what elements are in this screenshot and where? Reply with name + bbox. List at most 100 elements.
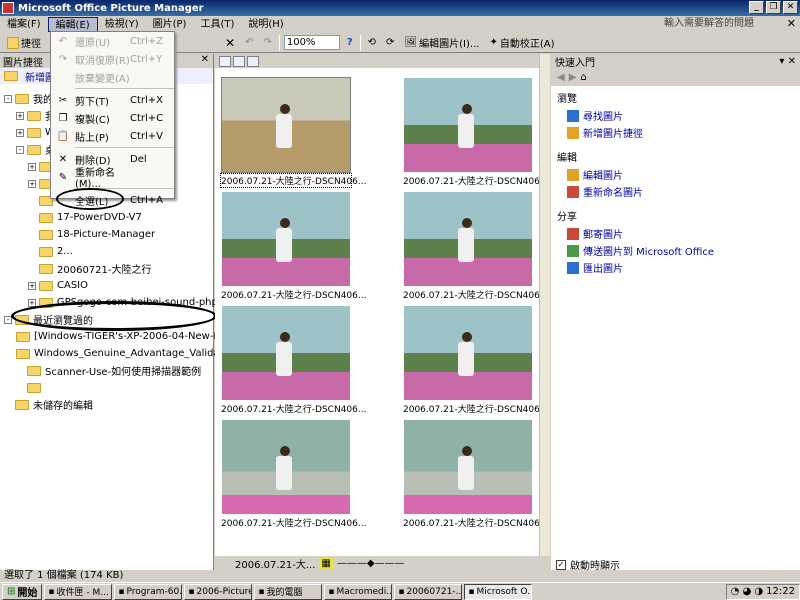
edit-menu-item[interactable]: 📋 貼上(P) Ctrl+V [51, 127, 174, 145]
thumbnail-view-icon[interactable] [219, 55, 231, 67]
tree-item[interactable]: 2... [0, 243, 212, 260]
back-icon[interactable]: ◀ [557, 72, 565, 83]
start-button[interactable]: ⊞ 開始 [2, 583, 43, 600]
menu-help[interactable]: 說明(H) [241, 17, 290, 32]
blank-icon [55, 69, 71, 85]
expand-icon[interactable]: + [28, 162, 36, 171]
task-link-icon [567, 261, 579, 274]
tree-item[interactable]: [Windows-TIGER's-XP-2006-04-New-ISO] [0, 328, 235, 345]
tree-item[interactable]: Scanner-Use-如何使用掃描器範例 [0, 362, 212, 379]
menu-edit[interactable]: 編輯(E) [47, 17, 98, 32]
edit-menu-item[interactable]: ↷ 取消復原(R) Ctrl+Y [51, 50, 174, 68]
task-link[interactable]: 新增圖片捷徑 [557, 124, 794, 141]
edit-menu-item[interactable]: ✎ 重新命名(M)... [51, 168, 174, 190]
menu-picture[interactable]: 圖片(P) [146, 17, 194, 32]
menu-view[interactable]: 檢視(Y) [98, 17, 146, 32]
collapse-icon[interactable]: - [4, 315, 12, 324]
thumbnail[interactable]: 2006.07.21-大陸之行-DSCN406... [403, 78, 548, 187]
photo-image [222, 192, 350, 286]
auto-correct-label: 自動校正(A) [499, 39, 555, 50]
rotate-right-button[interactable]: ⟳ [383, 35, 397, 51]
taskbar-button[interactable]: ▪ 我的電腦 [254, 583, 323, 600]
rotate-left-button[interactable]: ⟲ [365, 35, 379, 51]
edit-menu-dropdown: ↶ 還原(U) Ctrl+Z ↷ 取消復原(R) Ctrl+Y 放棄變更(A) ✂ 剪下(T) C… [50, 31, 175, 210]
tree-item-label: Scanner-Use-如何使用掃描器範例 [45, 367, 202, 378]
task-link[interactable]: 傳送圖片到 Microsoft Office [557, 242, 794, 259]
doc-close-icon[interactable]: ✕ [787, 16, 796, 32]
folder-icon [39, 280, 53, 291]
forward-icon[interactable]: ▶ [569, 72, 577, 83]
tree-item[interactable]: + GPSgogo-com-beibei-sound-php [0, 294, 218, 311]
close-pane-icon[interactable]: ✕ [201, 54, 209, 65]
view-toggle-icon[interactable]: ▦ [319, 557, 333, 569]
collapse-icon[interactable]: - [4, 94, 12, 103]
close-task-pane-icon[interactable]: ▾ ✕ [779, 56, 796, 67]
expand-icon[interactable]: + [16, 111, 24, 120]
thumbnail[interactable]: 2006.07.21-大陸之行-DSCN406... [403, 192, 548, 301]
edit-picture-icon: 🖼 [404, 37, 418, 48]
vertical-scrollbar[interactable] [539, 54, 550, 556]
thumbnail[interactable]: 2006.07.21-大陸之行-DSCN406... [220, 77, 366, 188]
tray-icons[interactable]: ◔ ◕ ◑ [731, 586, 764, 597]
thumbnail[interactable]: 2006.07.21-大陸之行-DSCN406... [221, 420, 366, 529]
edit-menu-item[interactable]: ❐ 複製(C) Ctrl+C [51, 109, 174, 127]
tree-item[interactable]: 18-Picture-Manager [0, 226, 212, 243]
thumbnail[interactable]: 2006.07.21-大陸之行-DSCN406... [221, 306, 366, 415]
taskbar-button[interactable]: ▪ 收件匣 - M... [44, 583, 113, 600]
menu-file[interactable]: 檔案(F) [0, 17, 48, 32]
minimize-button[interactable]: _ [749, 1, 764, 14]
menu-item-label: 貼上(P) [75, 132, 109, 144]
taskbar-button[interactable]: ▪ Macromedi... [324, 583, 393, 600]
task-link[interactable]: 重新命名圖片 [557, 183, 794, 200]
tree-item[interactable]: + CASIO [0, 277, 212, 294]
zoom-slider[interactable]: ———◆——— [337, 558, 405, 569]
taskbar-button[interactable]: ▪ Microsoft O... [464, 583, 533, 600]
edit-pictures-button[interactable]: 🖼 編輯圖片(I)... [401, 35, 482, 51]
thumbnail[interactable]: 2006.07.21-大陸之行-DSCN406... [403, 420, 548, 529]
edit-menu-item[interactable]: 全選(L) Ctrl+A [51, 188, 174, 210]
shortcut-button[interactable]: 捷徑 [4, 35, 44, 51]
tree-item[interactable]: Windows_Genuine_Advantage_Validation_To [0, 345, 254, 362]
task-link-icon [567, 244, 579, 257]
tree-item[interactable]: 未儲存的編輯 [0, 396, 212, 413]
edit-menu-item[interactable]: 放棄變更(A) [51, 68, 174, 86]
tree-item[interactable]: 20060721-大陸之行 [0, 260, 212, 277]
tree-item[interactable] [0, 379, 212, 396]
filmstrip-view-icon[interactable] [233, 55, 245, 67]
edit-menu-item[interactable]: ↶ 還原(U) Ctrl+Z [51, 32, 174, 50]
undo-tool-button[interactable]: ↶ [242, 35, 256, 51]
home-icon[interactable]: ⌂ [580, 72, 586, 83]
task-link[interactable]: 尋找圖片 [557, 107, 794, 124]
tree-item[interactable]: 17-PowerDVD-V7 [0, 209, 212, 226]
system-tray: ◔ ◕ ◑ 12:22 [725, 583, 800, 600]
zoom-select[interactable]: 100% [283, 35, 340, 50]
thumbnail[interactable]: 2006.07.21-大陸之行-DSCN406... [221, 192, 366, 301]
task-link-label: 匯出圖片 [583, 264, 623, 275]
help-tool-button[interactable]: ? [344, 35, 356, 51]
redo-tool-button[interactable]: ↷ [260, 35, 274, 51]
task-link[interactable]: 郵寄圖片 [557, 225, 794, 242]
taskbar-button[interactable]: ▪ 2006-Pictures [184, 583, 253, 600]
expand-icon[interactable]: + [28, 298, 36, 307]
expand-icon[interactable]: + [28, 281, 36, 290]
thumbnail[interactable]: 2006.07.21-大陸之行-DSCN406... [403, 306, 548, 415]
expand-icon[interactable]: + [28, 179, 36, 188]
task-link[interactable]: 編輯圖片 [557, 166, 794, 183]
task-link-icon [567, 185, 579, 198]
show-on-start-checkbox[interactable]: ✓ [556, 559, 566, 570]
delete-tool-button[interactable]: ✕ [222, 35, 238, 51]
edit-menu-item[interactable]: ✂ 剪下(T) Ctrl+X [51, 91, 174, 109]
single-view-icon[interactable] [247, 55, 259, 67]
restore-button[interactable]: ❐ [766, 1, 781, 14]
close-button[interactable]: ✕ [783, 1, 798, 14]
auto-correct-button[interactable]: ✦ 自動校正(A) [486, 35, 557, 51]
collapse-icon[interactable]: - [16, 145, 24, 154]
expand-icon[interactable]: + [16, 128, 24, 137]
tree-item[interactable]: - 最近瀏覽過的 [0, 311, 212, 328]
taskbar-button[interactable]: ▪ 20060721-... [394, 583, 463, 600]
menu-tools[interactable]: 工具(T) [193, 17, 241, 32]
taskbar-button[interactable]: ▪ Program-60... [114, 583, 183, 600]
task-link[interactable]: 匯出圖片 [557, 259, 794, 276]
help-search-box[interactable]: 輸入需要解答的問題 [664, 16, 754, 32]
folder-icon [4, 71, 18, 81]
